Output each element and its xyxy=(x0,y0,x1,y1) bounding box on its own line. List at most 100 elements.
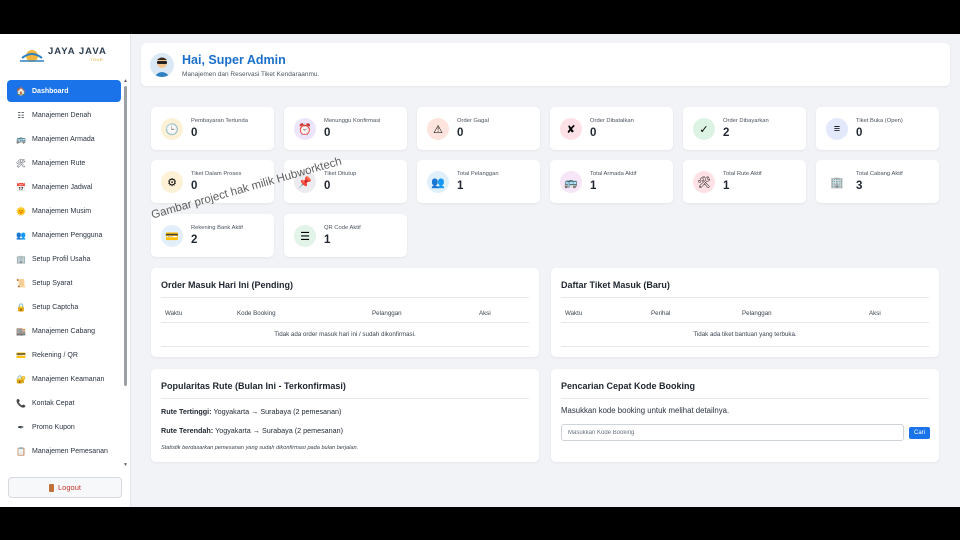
logout-label: Logout xyxy=(58,483,81,492)
sidebar-item-manajemen-armada[interactable]: 🚌 Manajemen Armada xyxy=(7,128,121,150)
orders-today-title: Order Masuk Hari Ini (Pending) xyxy=(161,280,294,290)
empty-state: Tidak ada order masuk hari ini / sudah d… xyxy=(274,331,416,338)
calendar-icon: 📅 xyxy=(16,182,26,192)
booking-code-input[interactable] xyxy=(561,424,904,441)
stat-label: Total Cabang Aktif xyxy=(856,171,903,177)
security-lock-icon: 🔐 xyxy=(16,374,26,384)
stat-card[interactable]: ⚠ Order Gagal 0 xyxy=(417,107,540,150)
stat-card[interactable]: ✘ Order Dibatalkan 0 xyxy=(550,107,673,150)
lowest-route-value: Yogyakarta → Surabaya (2 pemesanan) xyxy=(215,426,344,435)
stat-value: 0 xyxy=(324,127,331,139)
sidebar-item-label: Manajemen Rute xyxy=(32,159,86,167)
stat-card[interactable]: 👥 Total Pelanggan 1 xyxy=(417,160,540,203)
highest-route: Rute Tertinggi: Yogyakarta → Surabaya (2… xyxy=(161,407,341,416)
sidebar-item-label: Manajemen Denah xyxy=(32,111,92,119)
customers-icon: 👥 xyxy=(427,171,449,193)
sidebar-item-manajemen-jadwal[interactable]: 📅 Manajemen Jadwal xyxy=(7,176,121,198)
stat-label: Tiket Dalam Proses xyxy=(191,171,242,177)
divider xyxy=(561,322,929,323)
stat-card[interactable]: 🚌 Total Armada Aktif 1 xyxy=(550,160,673,203)
stat-card[interactable]: ✓ Order Dibayarkan 2 xyxy=(683,107,806,150)
stat-card[interactable]: 🕒 Pembayaran Tertunda 0 xyxy=(151,107,274,150)
stat-label: Pembayaran Tertunda xyxy=(191,118,248,124)
seat-map-icon: ☷ xyxy=(17,110,25,120)
warning-icon: ⚠ xyxy=(427,118,449,140)
list-icon: ☰ xyxy=(294,225,316,247)
sidebar-item-manajemen-pengguna[interactable]: 👥 Manajemen Pengguna xyxy=(7,224,121,246)
stat-label: Total Armada Aktif xyxy=(590,171,637,177)
scroll-thumb[interactable] xyxy=(124,86,127,386)
welcome-header: Hai, Super Admin Manajemen dan Reservasi… xyxy=(141,43,950,86)
stat-value: 0 xyxy=(191,180,198,192)
sidebar-item-manajemen-cabang[interactable]: 🏬 Manajemen Cabang xyxy=(7,320,121,342)
sidebar-item-setup-syarat[interactable]: 📜 Setup Syarat xyxy=(7,272,121,294)
pen-icon: ✒ xyxy=(17,422,25,432)
sidebar-item-kontak-cepat[interactable]: 📞 Kontak Cepat xyxy=(7,392,121,414)
sidebar-item-rekening-qr[interactable]: 💳 Rekening / QR xyxy=(7,344,121,366)
brand-logo[interactable]: JAYA JAVA TOUR xyxy=(20,42,115,66)
sidebar-scrollbar[interactable]: ▲ ▼ xyxy=(123,78,128,468)
clock-icon: 🕒 xyxy=(161,118,183,140)
stat-card[interactable]: 💳 Rekening Bank Aktif 2 xyxy=(151,214,274,257)
sidebar-item-label: Setup Syarat xyxy=(32,279,73,287)
column-header: Pelanggan xyxy=(372,310,402,317)
stat-card[interactable]: ⏰ Menunggu Konfirmasi 0 xyxy=(284,107,407,150)
stat-label: QR Code Aktif xyxy=(324,225,361,231)
letterbox-bottom xyxy=(0,507,960,540)
empty-state: Tidak ada tiket bantuan yang terbuka. xyxy=(693,331,797,338)
sidebar-item-dashboard[interactable]: 🏠 Dashboard xyxy=(7,80,121,102)
stat-label: Tiket Buka (Open) xyxy=(856,118,903,124)
logout-button[interactable]: Logout xyxy=(8,477,122,498)
lowest-route: Rute Terendah: Yogyakarta → Surabaya (2 … xyxy=(161,426,343,435)
app-window: JAYA JAVA TOUR 🏠 Dashboard ☷ Manajemen Dena… xyxy=(0,34,960,507)
quick-search-title: Pencarian Cepat Kode Booking xyxy=(561,381,696,391)
stat-card[interactable]: 🛠 Total Rute Aktif 1 xyxy=(683,160,806,203)
stat-label: Order Dibatalkan xyxy=(590,118,634,124)
cross-icon: ✘ xyxy=(560,118,582,140)
page-subtitle: Manajemen dan Reservasi Tiket Kendaraanm… xyxy=(182,71,320,78)
sidebar-item-manajemen-rute[interactable]: 🛠 Manajemen Rute xyxy=(7,152,121,174)
sidebar-item-manajemen-musim[interactable]: 🌞 Manajemen Musim xyxy=(7,200,121,222)
sidebar-item-manajemen-keamanan[interactable]: 🔐 Manajemen Keamanan xyxy=(7,368,121,390)
sidebar-item-setup-captcha[interactable]: 🔒 Setup Captcha xyxy=(7,296,121,318)
sidebar-item-label: Manajemen Pemesanan xyxy=(32,447,108,455)
stat-card[interactable]: 🏢 Total Cabang Aktif 3 xyxy=(816,160,939,203)
tickets-new-panel: Daftar Tiket Masuk (Baru) Waktu Perihal … xyxy=(551,268,939,357)
avatar xyxy=(150,53,174,77)
bus-icon: 🚌 xyxy=(16,134,26,144)
sidebar-item-label: Manajemen Cabang xyxy=(32,327,96,335)
search-button[interactable]: Cari xyxy=(909,427,930,439)
sidebar-item-label: Dashboard xyxy=(32,87,69,95)
card-icon: 💳 xyxy=(16,350,26,360)
scroll-down-icon[interactable]: ▼ xyxy=(123,462,128,468)
sidebar-item-label: Manajemen Jadwal xyxy=(32,183,93,191)
bus-icon: 🚌 xyxy=(560,171,582,193)
divider xyxy=(161,322,529,323)
gear-icon: ⚙ xyxy=(161,171,183,193)
stat-card[interactable]: ☰ QR Code Aktif 1 xyxy=(284,214,407,257)
stat-label: Total Rute Aktif xyxy=(723,171,762,177)
column-header: Perihal xyxy=(651,310,671,317)
stat-value: 1 xyxy=(324,234,331,246)
sidebar-item-setup-profil-usaha[interactable]: 🏢 Setup Profil Usaha xyxy=(7,248,121,270)
letterbox-top xyxy=(0,0,960,34)
sidebar-item-manajemen-denah[interactable]: ☷ Manajemen Denah xyxy=(7,104,121,126)
stat-value: 1 xyxy=(590,180,597,192)
lock-icon: 🔒 xyxy=(16,302,26,312)
stat-label: Menunggu Konfirmasi xyxy=(324,118,381,124)
sidebar-item-label: Setup Captcha xyxy=(32,303,79,311)
stat-value: 0 xyxy=(590,127,597,139)
sidebar-item-label: Manajemen Armada xyxy=(32,135,95,143)
users-icon: 👥 xyxy=(16,230,26,240)
stat-value: 0 xyxy=(324,180,331,192)
phone-icon: 📞 xyxy=(16,398,26,408)
sidebar-item-promo-kupon[interactable]: ✒ Promo Kupon xyxy=(7,416,121,438)
divider xyxy=(161,346,529,347)
stat-card[interactable]: ≡ Tiket Buka (Open) 0 xyxy=(816,107,939,150)
sidebar-item-manajemen-pemesanan[interactable]: 📋 Manajemen Pemesanan xyxy=(7,440,121,462)
divider xyxy=(161,398,529,399)
logo-sun-icon xyxy=(20,44,44,64)
tickets-new-title: Daftar Tiket Masuk (Baru) xyxy=(561,280,670,290)
sidebar-item-label: Kontak Cepat xyxy=(32,399,75,407)
scroll-up-icon[interactable]: ▲ xyxy=(123,78,128,84)
